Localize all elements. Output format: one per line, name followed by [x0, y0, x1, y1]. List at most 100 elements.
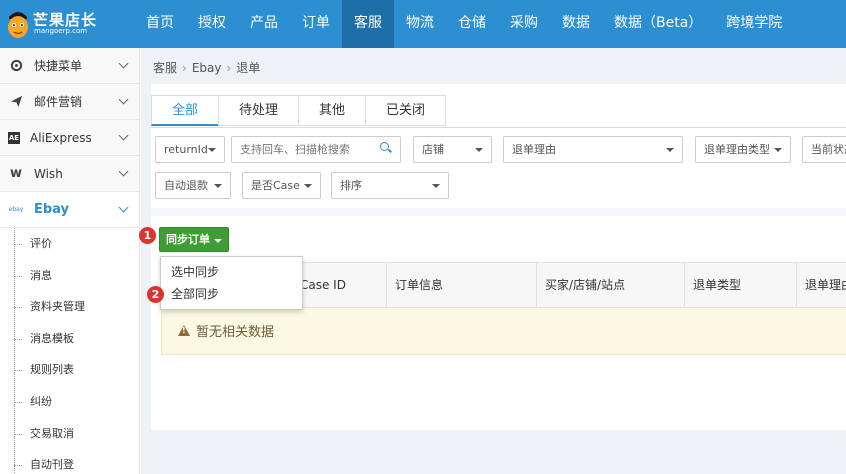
sidebar: 快捷菜单 邮件营销 AE AliExpress w Wish ebay Ebay…: [0, 48, 140, 474]
nav-purchasing[interactable]: 采购: [498, 0, 550, 48]
sidebar-item-ebay[interactable]: ebay Ebay: [0, 192, 139, 228]
empty-state-row: 暂无相关数据: [161, 308, 846, 355]
nav-data[interactable]: 数据: [550, 0, 602, 48]
filter-area: returnId 店铺 退单理由 退单理由类型 当前状态 自动退款: [151, 127, 846, 208]
column-header-return-type[interactable]: 退单类型: [684, 263, 741, 307]
sidebar-subitem-templates[interactable]: 消息模板: [0, 323, 139, 355]
sidebar-subitem-cancellations[interactable]: 交易取消: [0, 418, 139, 450]
search-icon[interactable]: [380, 142, 389, 151]
breadcrumb-item-current: 退单: [236, 61, 261, 75]
caret-down-icon: [214, 239, 222, 243]
step-badge-2: 2: [147, 286, 164, 303]
shop-select-value: 店铺: [422, 143, 444, 156]
caret-down-icon: [774, 148, 782, 152]
main-nav: 首页 授权 产品 订单 客服 物流 仓储 采购 数据 数据（Beta） 跨境学院: [134, 0, 794, 48]
gear-icon: [8, 58, 24, 74]
breadcrumb: 客服 › Ebay › 退单: [153, 59, 260, 76]
sync-orders-button[interactable]: 同步订单: [159, 227, 229, 252]
return-reason-type-select[interactable]: 退单理由类型: [695, 136, 791, 163]
sync-dropdown-menu: 选中同步 全部同步: [160, 256, 303, 310]
sidebar-subitem-messages[interactable]: 消息: [0, 260, 139, 292]
sidebar-subitem-auto-listing[interactable]: 自动刊登: [0, 449, 139, 474]
column-header-buyer-shop-site[interactable]: 买家/店铺/站点: [536, 263, 625, 307]
sidebar-item-label: 邮件营销: [34, 95, 83, 109]
current-status-select-value: 当前状态: [811, 143, 846, 156]
breadcrumb-separator-icon: ›: [226, 61, 232, 75]
sync-orders-label: 同步订单: [166, 233, 210, 246]
sort-select[interactable]: 排序: [331, 172, 449, 199]
return-reason-type-select-value: 退单理由类型: [704, 143, 770, 156]
caret-down-icon: [214, 184, 222, 188]
nav-home[interactable]: 首页: [134, 0, 186, 48]
sort-select-value: 排序: [340, 179, 362, 192]
sidebar-subitem-reviews[interactable]: 评价: [0, 228, 139, 260]
caret-down-icon: [432, 184, 440, 188]
sidebar-item-label: AliExpress: [30, 130, 92, 145]
sidebar-subitem-rules[interactable]: 规则列表: [0, 354, 139, 386]
sidebar-item-label: Ebay: [34, 202, 70, 217]
shop-select[interactable]: 店铺: [413, 136, 492, 163]
status-tabs: 全部 待处理 其他 已关闭: [151, 95, 447, 126]
return-id-select[interactable]: returnId: [155, 136, 225, 163]
nav-orders[interactable]: 订单: [290, 0, 342, 48]
is-case-select-value: 是否Case: [251, 179, 300, 192]
menu-item-sync-selected[interactable]: 选中同步: [161, 261, 302, 283]
nav-logistics[interactable]: 物流: [394, 0, 446, 48]
breadcrumb-separator-icon: ›: [182, 61, 187, 75]
main-content: 客服 › Ebay › 退单 全部 待处理 其他 已关闭 returnId 店铺 退单理…: [139, 48, 846, 474]
wish-icon: w: [9, 166, 22, 181]
section-divider: [151, 208, 846, 216]
chevron-down-icon: [118, 58, 129, 69]
nav-products[interactable]: 产品: [238, 0, 290, 48]
sidebar-subitem-folders[interactable]: 资料夹管理: [0, 291, 139, 323]
content-panel: 全部 待处理 其他 已关闭 returnId 店铺 退单理由 退单理由类型: [139, 84, 846, 430]
top-nav-bar: 芒果店长 mangoerp.com 首页 授权 产品 订单 客服 物流 仓储 采…: [0, 0, 846, 48]
tab-pending[interactable]: 待处理: [218, 95, 300, 126]
chevron-down-icon: [118, 130, 129, 141]
return-reason-select[interactable]: 退单理由: [503, 136, 683, 163]
menu-item-sync-all[interactable]: 全部同步: [161, 283, 302, 305]
ebay-submenu: 评价 消息 资料夹管理 消息模板 规则列表 纠纷 交易取消 自动刊登: [0, 228, 139, 474]
caret-down-icon: [208, 148, 216, 152]
is-case-select[interactable]: 是否Case: [242, 172, 321, 199]
return-id-select-value: returnId: [164, 143, 208, 156]
sidebar-item-label: Wish: [34, 166, 63, 181]
nav-customer-service[interactable]: 客服: [342, 0, 394, 48]
breadcrumb-item[interactable]: 客服: [153, 61, 177, 75]
caret-down-icon: [666, 148, 674, 152]
tab-all[interactable]: 全部: [151, 95, 220, 126]
auto-refund-select-value: 自动退款: [164, 179, 208, 192]
ebay-icon: ebay: [8, 206, 24, 213]
chevron-down-icon: [118, 166, 129, 177]
nav-academy[interactable]: 跨境学院: [714, 0, 794, 48]
sidebar-item-aliexpress[interactable]: AE AliExpress: [0, 120, 139, 156]
empty-message: 暂无相关数据: [196, 325, 275, 340]
column-header-return-reason[interactable]: 退单理由: [796, 263, 846, 307]
sidebar-subitem-disputes[interactable]: 纠纷: [0, 386, 139, 418]
chevron-down-icon: [118, 94, 129, 105]
mango-mascot-icon: [8, 12, 28, 38]
breadcrumb-item[interactable]: Ebay: [192, 61, 222, 75]
aliexpress-icon: AE: [8, 131, 20, 144]
caret-down-icon: [475, 148, 483, 152]
auto-refund-select[interactable]: 自动退款: [155, 172, 231, 199]
sidebar-item-email-marketing[interactable]: 邮件营销: [0, 84, 139, 120]
brand-subtitle: mangoerp.com: [34, 27, 88, 35]
search-input[interactable]: [231, 136, 401, 163]
nav-warehouse[interactable]: 仓储: [446, 0, 498, 48]
warning-icon: [178, 325, 190, 336]
column-header-order-info[interactable]: 订单信息: [386, 263, 443, 307]
step-badge-1: 1: [139, 227, 156, 244]
nav-authorize[interactable]: 授权: [186, 0, 238, 48]
brand-logo[interactable]: 芒果店长 mangoerp.com: [0, 0, 140, 48]
tab-closed[interactable]: 已关闭: [365, 95, 447, 126]
sidebar-item-wish[interactable]: w Wish: [0, 156, 139, 192]
current-status-select[interactable]: 当前状态: [802, 136, 846, 163]
caret-down-icon: [304, 184, 312, 188]
tab-other[interactable]: 其他: [298, 95, 367, 126]
paper-plane-icon: [8, 94, 24, 110]
sidebar-item-label: 快捷菜单: [34, 59, 83, 73]
sidebar-item-shortcuts[interactable]: 快捷菜单: [0, 48, 139, 84]
nav-data-beta[interactable]: 数据（Beta）: [602, 0, 714, 48]
chevron-down-icon: [118, 202, 129, 213]
